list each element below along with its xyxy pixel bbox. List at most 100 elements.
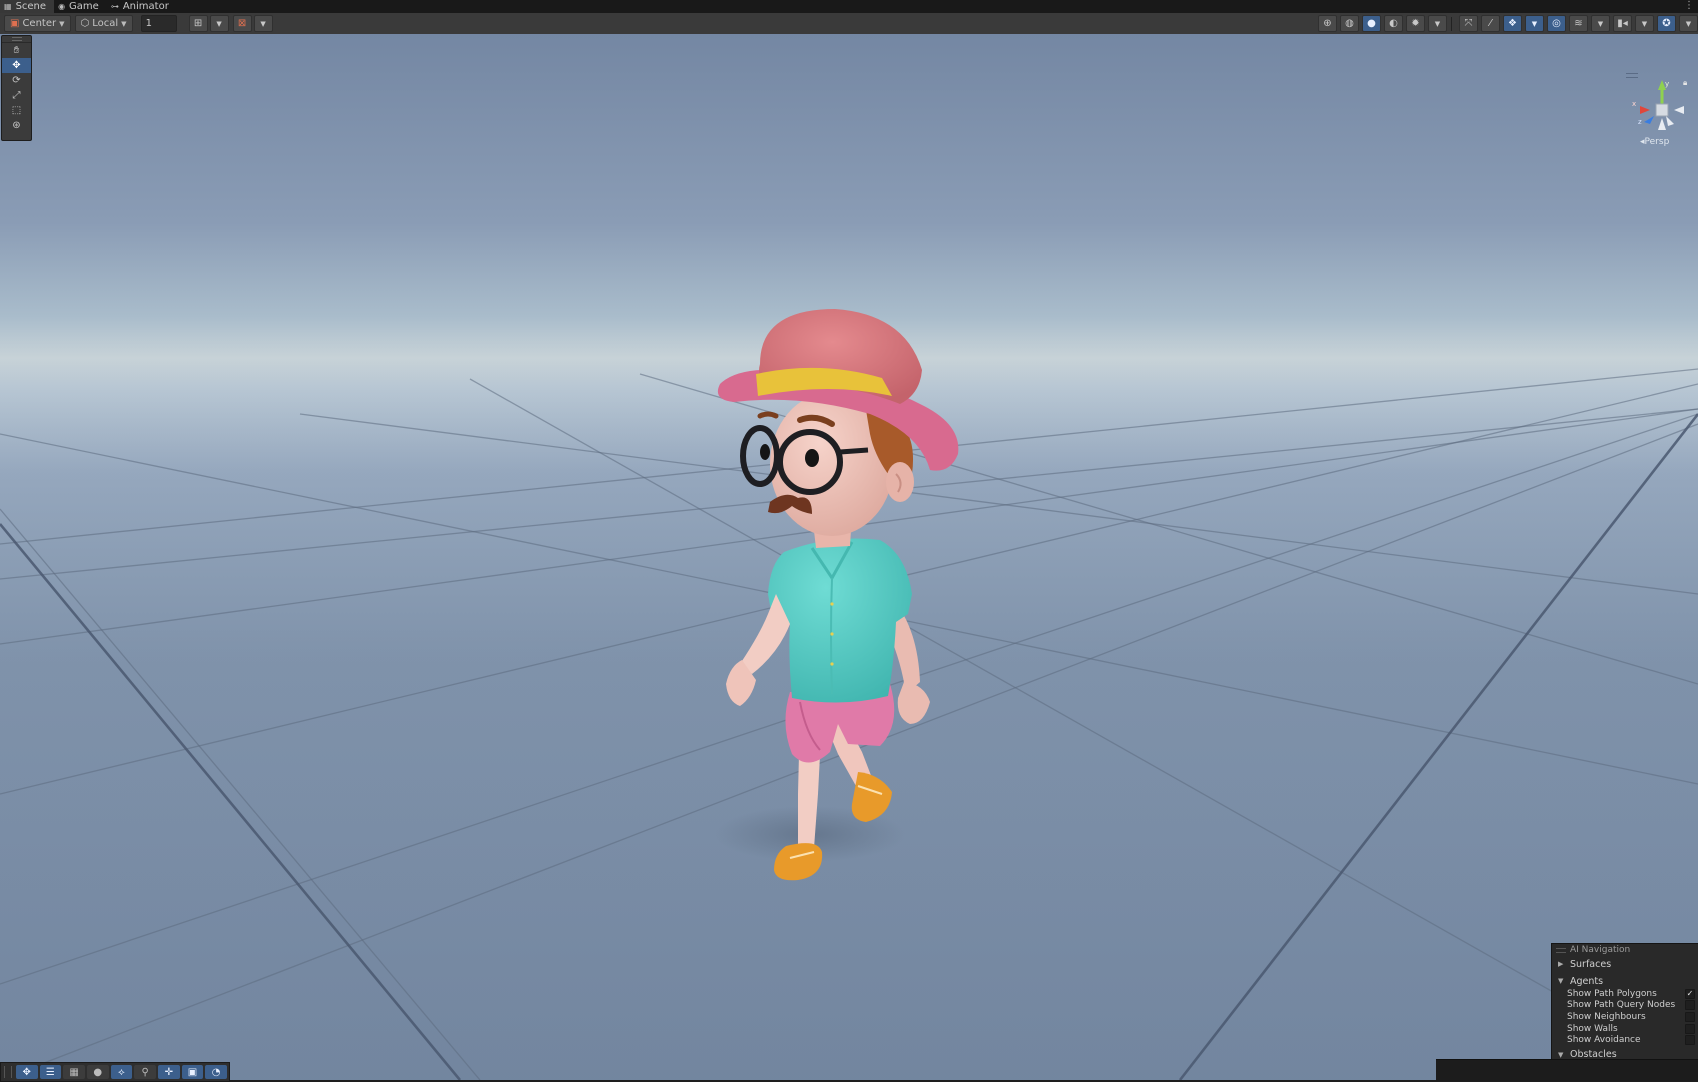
transform-icon: ⊛ xyxy=(12,120,21,131)
camera-icon: ▮◂ xyxy=(1617,18,1628,29)
tab-animator[interactable]: ⊶ Animator xyxy=(107,0,177,13)
option-row[interactable]: Show Avoidance xyxy=(1552,1034,1698,1046)
sphere-icon: ● xyxy=(93,1066,103,1078)
option-row[interactable]: Show Walls xyxy=(1552,1023,1698,1035)
move-icon: ✥ xyxy=(22,1066,31,1078)
wireframe-shading-button[interactable]: ◍ xyxy=(1340,15,1359,32)
overlay-move-button[interactable]: ✥ xyxy=(15,1065,38,1079)
chevron-right-icon: ▶ xyxy=(1558,960,1564,968)
surfaces-label: Surfaces xyxy=(1570,958,1612,970)
chevron-down-icon: ▼ xyxy=(260,19,266,28)
option-row[interactable]: Show Neighbours xyxy=(1552,1011,1698,1023)
layers-button[interactable]: ≋ xyxy=(1569,15,1588,32)
gizmo-z-cone[interactable] xyxy=(1644,116,1654,124)
tab-menu-icon[interactable]: ⋮ xyxy=(1684,0,1694,11)
bottom-dock-panel xyxy=(1436,1059,1698,1081)
show-neighbours-checkbox[interactable] xyxy=(1685,1011,1695,1022)
gizmo-z-label: z xyxy=(1638,118,1642,126)
pivot-mode-label: Center xyxy=(22,18,57,29)
2d-mode-button[interactable]: ⤧ xyxy=(1459,15,1478,32)
global-draw-mode-button[interactable]: ⊕ xyxy=(1318,15,1337,32)
overlay-grip xyxy=(1556,947,1566,953)
shaded-sphere-icon: ● xyxy=(1367,18,1376,29)
show-path-polygons-checkbox[interactable]: ✓ xyxy=(1685,988,1695,999)
light-off-icon: ⁄ xyxy=(1489,18,1492,29)
overlay-compass-button[interactable]: ◔ xyxy=(205,1065,227,1079)
grid-visibility-dropdown[interactable]: ▼ xyxy=(253,15,273,32)
pivot-mode-dropdown[interactable]: ▣ Center ▼ xyxy=(4,15,71,32)
layers-icon: ≋ xyxy=(1574,18,1583,29)
chevron-down-icon: ▼ xyxy=(59,19,65,28)
pivot-center-icon: ▣ xyxy=(10,18,20,29)
scale-tool-button[interactable]: ⤢ xyxy=(2,88,31,103)
gizmo-x-cone[interactable] xyxy=(1640,106,1650,114)
overlay-align-button[interactable]: ☰ xyxy=(39,1065,62,1079)
ai-navigation-title: AI Navigation xyxy=(1570,945,1631,955)
lock-icon[interactable]: 🔒︎ xyxy=(1683,78,1687,88)
unlit-mode-button[interactable]: ◐ xyxy=(1384,15,1403,32)
layers-dropdown[interactable]: ▼ xyxy=(1591,15,1610,32)
rect-icon: ⬚ xyxy=(11,105,22,116)
option-label: Show Path Polygons xyxy=(1567,988,1657,999)
overlay-search-button[interactable]: ⚲ xyxy=(134,1065,156,1079)
agents-label: Agents xyxy=(1570,975,1604,987)
overlay-grid-button[interactable]: ▦ xyxy=(63,1065,85,1079)
overlay-pivot-button[interactable]: ✛ xyxy=(157,1065,180,1079)
scene-icon: ▦ xyxy=(4,2,12,11)
rotate-tool-button[interactable]: ⟳ xyxy=(2,73,31,88)
overlay-navmesh-button[interactable]: ⟡ xyxy=(110,1065,133,1079)
eye-icon: ◎ xyxy=(1552,18,1561,29)
agents-foldout[interactable]: ▼ Agents xyxy=(1552,974,1698,988)
projection-label[interactable]: ◂Persp xyxy=(1640,137,1669,147)
overlay-camera-button[interactable]: ▣ xyxy=(181,1065,204,1079)
show-avoidance-checkbox[interactable] xyxy=(1685,1035,1695,1046)
show-walls-checkbox[interactable] xyxy=(1685,1023,1695,1034)
move-icon: ✥ xyxy=(12,60,21,71)
overlay-grip[interactable] xyxy=(4,1066,12,1078)
cube-icon: ⬡ xyxy=(80,18,90,29)
draw-mode-dropdown[interactable]: ▼ xyxy=(1428,15,1447,32)
scene-viewport[interactable]: y x z 🔒︎ ◂Persp xyxy=(0,34,1698,1080)
camera-settings-dropdown[interactable]: ▼ xyxy=(1635,15,1654,32)
show-path-query-nodes-checkbox[interactable] xyxy=(1685,1000,1695,1011)
navmesh-icon: ⟡ xyxy=(118,1066,125,1078)
overlay-grip[interactable] xyxy=(2,36,31,43)
rect-tool-button[interactable]: ⬚ xyxy=(2,103,31,118)
pivot-rotation-dropdown[interactable]: ⬡ Local ▼ xyxy=(74,15,133,32)
camera-settings-button[interactable]: ▮◂ xyxy=(1613,15,1632,32)
tab-game[interactable]: ◉ Game xyxy=(54,0,107,13)
grid-snap-icon: ⊞ xyxy=(193,18,203,29)
surfaces-foldout[interactable]: ▶ Surfaces xyxy=(1552,957,1698,971)
increment-snap-field[interactable]: 1 xyxy=(140,15,177,32)
option-label: Show Neighbours xyxy=(1567,1011,1646,1022)
tab-scene[interactable]: ▦ Scene xyxy=(0,0,55,13)
gizmos-button[interactable]: ✪ xyxy=(1657,15,1676,32)
chevron-down-icon: ▼ xyxy=(1641,19,1648,28)
option-row[interactable]: Show Path Polygons ✓ xyxy=(1552,988,1698,1000)
ai-navigation-header[interactable]: AI Navigation xyxy=(1552,944,1698,956)
gamepad-icon: ◉ xyxy=(58,2,66,11)
grid-snap-button[interactable]: ⊞ xyxy=(188,15,208,32)
animator-icon: ⊶ xyxy=(110,2,119,11)
chevron-down-icon: ▼ xyxy=(1434,19,1441,28)
grid-visibility-button[interactable]: ⊠ xyxy=(232,15,252,32)
move-tool-button[interactable]: ✥ xyxy=(2,58,31,73)
scale-icon: ⤢ xyxy=(12,90,21,101)
scene-effects-button[interactable]: ❖ xyxy=(1503,15,1522,32)
chevron-down-icon: ▼ xyxy=(1685,19,1692,28)
2d-icon: ⤧ xyxy=(1464,18,1473,29)
transform-tool-button[interactable]: ⊛ xyxy=(2,118,31,133)
shaded-mode-button[interactable]: ● xyxy=(1362,15,1381,32)
projection-text: Persp xyxy=(1644,137,1670,147)
option-row[interactable]: Show Path Query Nodes xyxy=(1552,1000,1698,1012)
lighting-toggle-button[interactable]: ⁄ xyxy=(1481,15,1500,32)
debug-draw-mode-button[interactable]: ✹ xyxy=(1406,15,1425,32)
overlay-sphere-button[interactable]: ● xyxy=(86,1065,109,1079)
scene-toolbar: ▣ Center ▼ ⬡ Local ▼ 1 ⊞ ▼ ⊠ ▼ ⊕ ◍ ● ◐ ✹… xyxy=(0,13,1698,35)
hand-tool-button[interactable]: ✋︎ xyxy=(2,43,31,58)
rotate-icon: ⟳ xyxy=(12,75,21,86)
grid-snap-dropdown[interactable]: ▼ xyxy=(209,15,229,32)
scene-visibility-button[interactable]: ◎ xyxy=(1547,15,1566,32)
gizmos-dropdown[interactable]: ▼ xyxy=(1679,15,1698,32)
scene-effects-dropdown[interactable]: ▼ xyxy=(1525,15,1544,32)
